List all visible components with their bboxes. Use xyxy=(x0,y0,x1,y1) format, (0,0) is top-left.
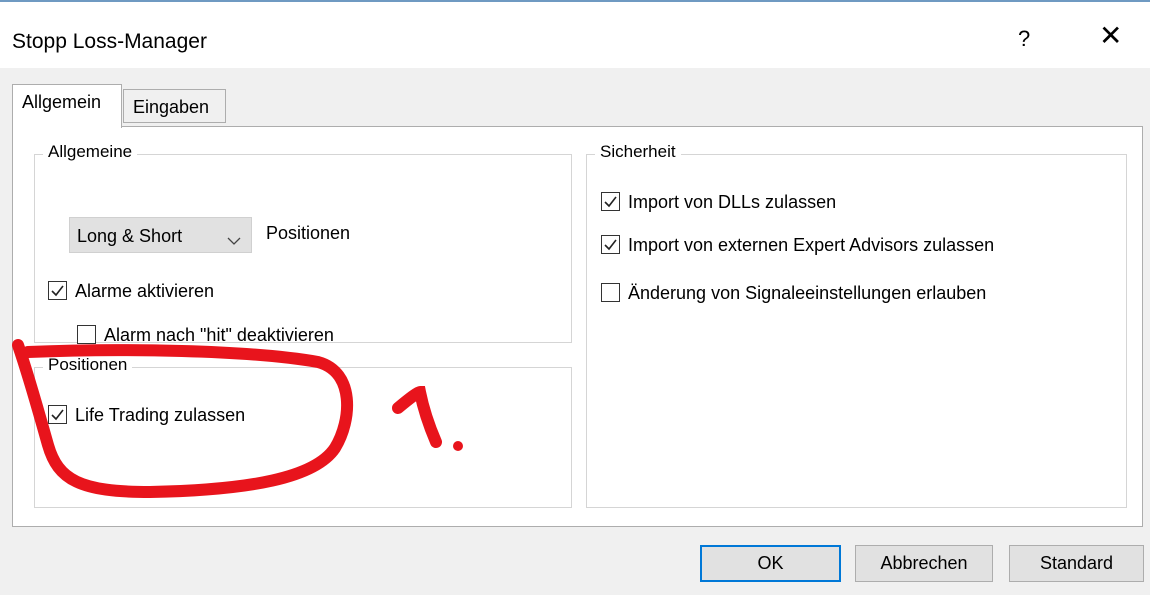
title-bar[interactable]: Stopp Loss-Manager ? ✕ xyxy=(0,2,1150,68)
tab-eingaben[interactable]: Eingaben xyxy=(123,89,226,123)
import-dlls-checkbox[interactable] xyxy=(601,192,620,211)
alarme-aktivieren-checkbox[interactable] xyxy=(48,281,67,300)
window-title: Stopp Loss-Manager xyxy=(12,30,207,53)
tab-allgemein[interactable]: Allgemein xyxy=(12,84,122,128)
group-positionen: Positionen Life Trading zulassen xyxy=(34,355,572,508)
group-allgemeine: Allgemeine Long & Short Positionen Alarm… xyxy=(34,142,572,345)
checkbox-label: Änderung von Signaleeinstellungen erlaub… xyxy=(628,283,987,303)
positions-dropdown[interactable]: Long & Short xyxy=(69,217,252,253)
checkbox-label: Life Trading zulassen xyxy=(75,405,246,425)
standard-button[interactable]: Standard xyxy=(1009,545,1144,582)
group-title: Allgemeine xyxy=(43,142,138,162)
chevron-down-icon xyxy=(227,232,241,250)
checkbox-label: Import von externen Expert Advisors zula… xyxy=(628,235,995,255)
alarm-nach-hit-checkbox[interactable] xyxy=(77,325,96,344)
cancel-button[interactable]: Abbrechen xyxy=(855,545,993,582)
import-expert-advisors-checkbox[interactable] xyxy=(601,235,620,254)
ok-button[interactable]: OK xyxy=(700,545,841,582)
life-trading-checkbox[interactable] xyxy=(48,405,67,424)
group-sicherheit: Sicherheit Import von DLLs zulassen Impo… xyxy=(586,142,1127,508)
group-title: Sicherheit xyxy=(595,142,681,162)
checkbox-label: Import von DLLs zulassen xyxy=(628,192,837,212)
signal-settings-checkbox[interactable] xyxy=(601,283,620,302)
checkbox-label: Alarm nach "hit" deaktivieren xyxy=(104,325,334,345)
checkbox-label: Alarme aktivieren xyxy=(75,281,215,301)
tab-panel-allgemein: Allgemeine Long & Short Positionen Alarm… xyxy=(12,126,1143,527)
dropdown-value: Long & Short xyxy=(77,226,183,246)
help-button[interactable]: ? xyxy=(1018,26,1030,52)
close-icon[interactable]: ✕ xyxy=(1099,22,1122,50)
dropdown-suffix-label: Positionen xyxy=(266,223,351,243)
group-title: Positionen xyxy=(43,355,133,375)
